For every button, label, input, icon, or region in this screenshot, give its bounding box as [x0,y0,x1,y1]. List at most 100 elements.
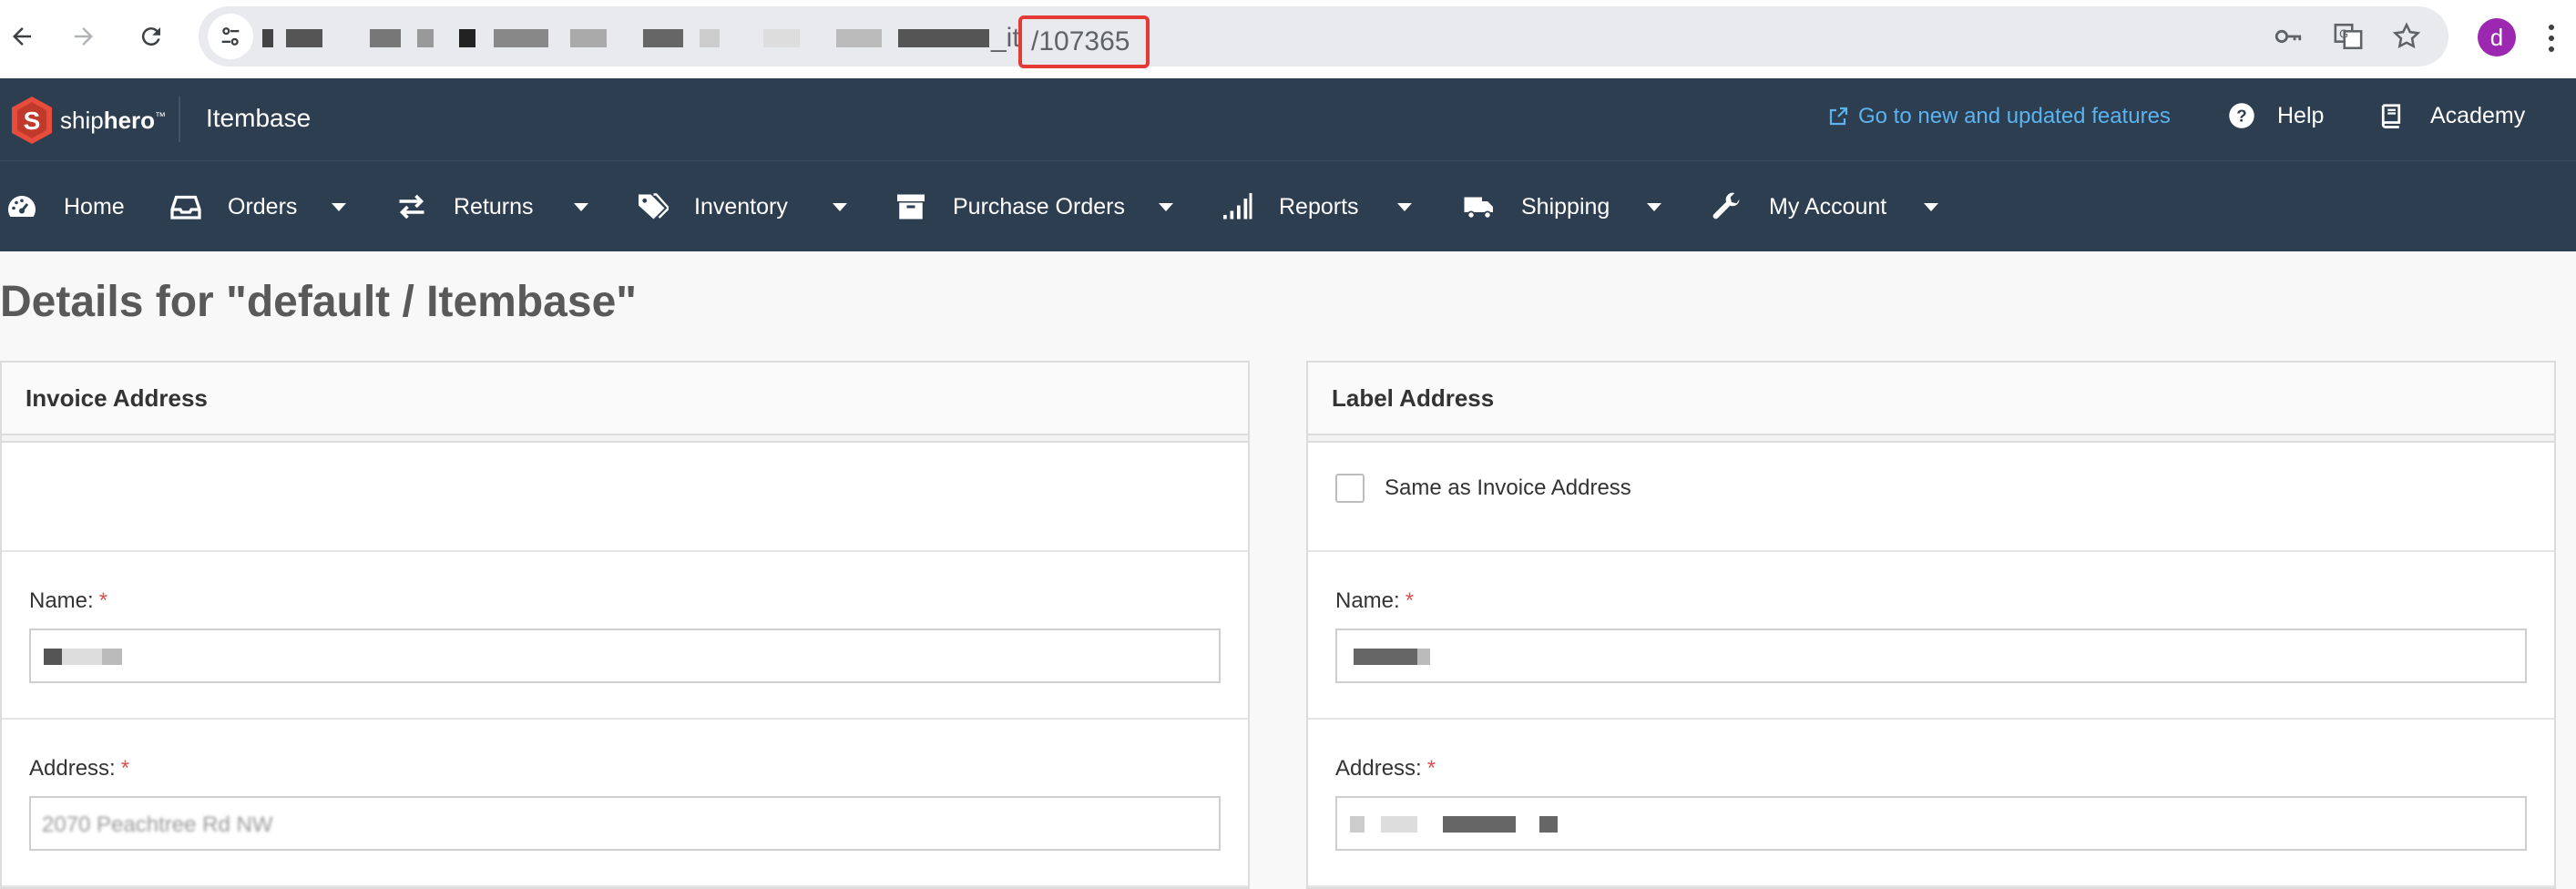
help-link[interactable]: ? Help [2228,102,2324,129]
logo-wordmark: shiphero™ [60,106,167,134]
svg-text:S: S [24,107,41,135]
chevron-down-icon [1159,203,1173,211]
nav-inventory[interactable]: Inventory [636,189,864,225]
nav-returns[interactable]: Returns [395,189,596,225]
main-nav: Home Orders Returns Inventory Purchase O… [0,160,2576,251]
dashboard-icon [8,196,36,217]
row-divider [2,885,1248,887]
redacted-value [1417,649,1430,665]
profile-avatar[interactable]: d [2478,18,2516,56]
panel-header: Invoice Address [2,363,1248,435]
exchange-icon [399,194,424,220]
bookmark-button[interactable] [2388,18,2425,55]
nav-home[interactable]: Home [5,189,125,225]
label-address-panel: Label Address Same as Invoice Address Na… [1306,361,2556,889]
password-key-button[interactable] [2270,18,2306,55]
url-redacted [459,29,475,47]
chevron-down-icon [332,203,346,211]
row-divider [1308,550,2554,552]
label-name-input[interactable] [1335,628,2527,683]
arrow-left-icon [13,27,31,46]
nav-my-account[interactable]: My Account [1711,189,1947,225]
url-redacted [417,29,434,47]
inbox-icon [170,195,201,220]
redacted-value [1539,816,1558,833]
address-label: Address: * [1335,756,1436,781]
wrench-icon [1712,192,1740,220]
same-as-invoice-label[interactable]: Same as Invoice Address [1385,475,1631,501]
url-id-highlight: /107365 [1018,15,1150,68]
external-link-icon [1829,107,1848,126]
url-redacted [700,29,720,47]
url-tail: _it [991,23,1020,53]
reload-icon [141,27,160,46]
redacted-value [1354,649,1417,665]
name-label: Name: * [29,588,108,613]
row-divider [1308,718,2554,720]
book-icon [2381,104,2401,128]
url-redacted [286,29,322,47]
row-divider [2,550,1248,552]
tags-icon [639,193,669,220]
app-name: Itembase [206,104,312,132]
url-redacted [836,29,882,47]
truck-icon [1464,197,1493,220]
site-info-button[interactable] [208,14,253,59]
invoice-address-input[interactable]: 2070 Peachtree Rd NW [29,796,1221,851]
panel-divider [2,435,1248,443]
invoice-name-input[interactable] [29,628,1221,683]
address-value: 2070 Peachtree Rd NW [42,812,273,837]
invoice-address-panel: Invoice Address Name: * Address: * 2070 Pe… [0,361,1250,889]
browser-chrome: _it /107365 G d [0,0,2576,78]
header-divider [179,97,180,142]
signal-icon [1223,193,1252,220]
url-redacted [763,29,800,47]
browser-menu-button[interactable] [2547,20,2565,56]
kebab-icon [2549,25,2554,52]
url-redacted [643,29,683,47]
panel-title: Label Address [1332,384,1495,412]
translate-icon: G [2334,23,2363,50]
url-redacted [898,29,989,47]
address-bar[interactable]: _it /107365 [199,6,2448,68]
nav-purchase-orders[interactable]: Purchase Orders [894,189,1186,225]
archive-icon [897,194,925,220]
chevron-down-icon [1397,203,1412,211]
nav-reports[interactable]: Reports [1221,189,1421,225]
svg-text:?: ? [2236,106,2246,125]
panel-divider [1308,435,2554,443]
address-label: Address: * [29,756,130,781]
redacted-value [62,649,102,665]
arrow-right-icon [75,27,93,46]
row-divider [1308,885,2554,887]
reload-button[interactable] [131,16,171,56]
panel-title: Invoice Address [26,384,208,412]
key-icon [2274,29,2302,44]
name-label: Name: * [1335,588,1415,613]
redacted-value [44,649,62,665]
chevron-down-icon [1647,203,1661,211]
translate-button[interactable]: G [2330,18,2366,55]
label-address-input[interactable] [1335,796,2527,851]
redacted-value [1350,816,1365,833]
same-as-invoice-checkbox[interactable] [1335,474,1365,503]
shiphero-logo[interactable]: S shiphero™ [9,95,166,146]
question-circle-icon: ? [2229,103,2254,128]
academy-link[interactable]: Academy [2377,102,2525,129]
tune-icon [221,27,240,46]
redacted-value [1443,816,1516,833]
new-features-link[interactable]: Go to new and updated features [1827,104,2171,129]
nav-orders[interactable]: Orders [169,189,352,225]
app-header: S shiphero™ Itembase Go to new and updat… [0,78,2576,160]
chevron-down-icon [1924,203,1938,211]
redacted-value [102,649,122,665]
page-title: Details for "default / Itembase" [0,278,638,326]
nav-shipping[interactable]: Shipping [1463,189,1672,225]
chevron-down-icon [833,203,847,211]
back-button[interactable] [2,16,42,56]
forward-button[interactable] [64,16,104,56]
redacted-value [1381,816,1417,833]
chevron-down-icon [574,203,588,211]
panel-header: Label Address [1308,363,2554,435]
shiphero-shield-icon: S [12,97,52,144]
